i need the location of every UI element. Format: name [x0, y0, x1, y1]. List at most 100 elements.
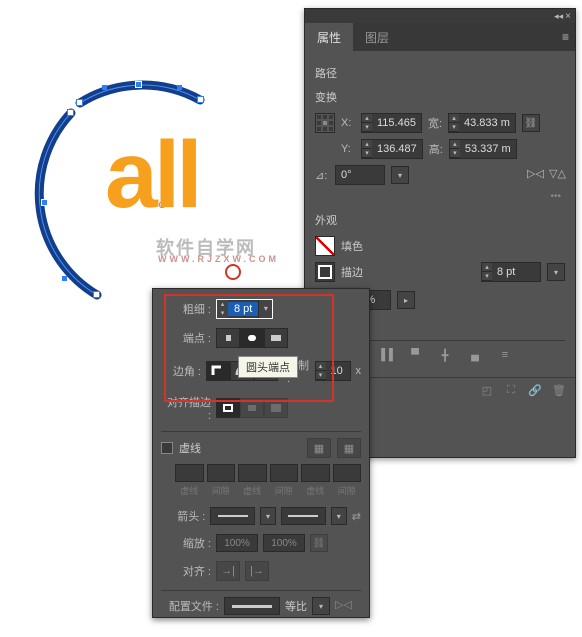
arrow-start-dd[interactable]: ▾: [260, 507, 276, 525]
arrow-label: 箭头 :: [161, 508, 205, 524]
dash-hdr: 间隙: [207, 484, 236, 497]
stroke-label: 描边: [341, 264, 363, 280]
w-input[interactable]: ▴▾43.833 m: [448, 113, 516, 133]
watermark-url: WWW.RJZXW.COM: [158, 254, 279, 264]
direction-point[interactable]: [177, 85, 182, 90]
tab-properties[interactable]: 属性: [305, 23, 353, 52]
h-label: 高:: [429, 141, 443, 157]
rotate-label: ⊿:: [315, 169, 329, 182]
y-input[interactable]: ▴▾136.487: [361, 139, 423, 159]
anchor-point[interactable]: [135, 81, 142, 88]
y-label: Y:: [341, 143, 355, 155]
dash-input-2[interactable]: [238, 464, 267, 482]
fill-label: 填色: [341, 238, 363, 254]
gap-input-3[interactable]: [333, 464, 362, 482]
tab-layers[interactable]: 图层: [353, 23, 401, 52]
anchor-point[interactable]: [197, 96, 204, 103]
anchor-point[interactable]: [76, 99, 83, 106]
trash-icon[interactable]: 🗑: [551, 384, 567, 400]
flip-h-icon[interactable]: ▷◁: [527, 167, 543, 183]
arrow-end-dd[interactable]: ▾: [331, 507, 347, 525]
tooltip: 圆头端点: [238, 356, 298, 378]
align-arrow-end-button[interactable]: |→: [245, 561, 269, 581]
stroke-swatch[interactable]: [315, 262, 335, 282]
corner-icon[interactable]: ◰: [479, 384, 495, 400]
profile-select[interactable]: [224, 597, 280, 615]
corner-miter-button[interactable]: [206, 361, 230, 381]
dash-hdr: 虚线: [301, 484, 330, 497]
dash-input-3[interactable]: [301, 464, 330, 482]
reference-circle: [225, 264, 241, 280]
reference-point-grid[interactable]: [315, 113, 335, 133]
cap-label: 端点 :: [161, 330, 211, 346]
weight-input[interactable]: ▴▾ 8 pt ▾: [216, 299, 273, 319]
appearance-section-label: 外观: [315, 212, 565, 228]
rotate-dropdown[interactable]: ▾: [391, 166, 409, 184]
expand-icon[interactable]: ⛶: [503, 384, 519, 400]
align-vcenter-icon[interactable]: ╋: [435, 347, 455, 363]
miter-limit-input[interactable]: ▴▾10: [315, 361, 351, 381]
cap-butt-button[interactable]: [216, 328, 240, 348]
align-stroke-label: 对齐描边 :: [161, 394, 211, 422]
panel-collapse-icon[interactable]: ◂◂: [554, 11, 563, 22]
panel-menu-icon[interactable]: ≡: [562, 30, 569, 44]
dashed-checkbox[interactable]: [161, 442, 173, 454]
direction-point[interactable]: [102, 85, 107, 90]
weight-label: 粗细 :: [161, 301, 211, 317]
align-stroke-center-button[interactable]: [216, 398, 240, 418]
arrow-scale-end[interactable]: 100%: [263, 534, 305, 552]
swap-arrows-icon[interactable]: ⇄: [352, 510, 361, 523]
dash-hdr: 虚线: [238, 484, 267, 497]
align-top-icon[interactable]: ▀: [405, 347, 425, 363]
link-scale-icon[interactable]: ⛓: [310, 534, 328, 552]
gap-input-1[interactable]: [207, 464, 236, 482]
profile-ratio-label: 等比: [285, 598, 307, 614]
dashed-label: 虚线: [179, 440, 201, 456]
stroke-weight-input[interactable]: ▴▾8 pt: [481, 262, 541, 282]
x-input[interactable]: ▴▾115.465: [361, 113, 422, 133]
scale-label: 缩放 :: [161, 535, 211, 551]
flip-v-icon[interactable]: ▽△: [549, 167, 565, 183]
stroke-weight-dropdown[interactable]: ▾: [547, 263, 565, 281]
rotate-input[interactable]: 0°: [335, 165, 385, 185]
profile-flip-icon[interactable]: ▷◁: [335, 598, 351, 614]
dash-hdr: 间隙: [333, 484, 362, 497]
arrow-scale-start[interactable]: 100%: [216, 534, 258, 552]
align-bottom-icon[interactable]: ▄: [465, 347, 485, 363]
cap-square-button[interactable]: [264, 328, 288, 348]
link-icon[interactable]: 🔗: [527, 384, 543, 400]
align-arrow-label: 对齐 :: [161, 563, 211, 579]
transform-section-label: 变换: [315, 89, 565, 105]
align-right-icon[interactable]: ▐▐: [375, 347, 395, 363]
align-stroke-outside-button[interactable]: [264, 398, 288, 418]
panel-close-icon[interactable]: ×: [565, 11, 571, 22]
canvas-area: ⊙ all 软件自学网 WWW.RJZXW.COM: [0, 0, 300, 300]
fill-swatch[interactable]: [315, 236, 335, 256]
dash-preserve-button[interactable]: ▦: [307, 438, 331, 458]
cap-round-button[interactable]: [240, 328, 264, 348]
align-stroke-inside-button[interactable]: [240, 398, 264, 418]
profile-label: 配置文件 :: [161, 598, 219, 614]
h-input[interactable]: ▴▾53.337 m: [449, 139, 517, 159]
anchor-point[interactable]: [67, 109, 74, 116]
more-options-icon[interactable]: •••: [315, 191, 561, 202]
dash-align-button[interactable]: ▦: [337, 438, 361, 458]
path-section-label: 路径: [315, 65, 565, 81]
artwork-text: all: [105, 128, 199, 223]
distribute-icon[interactable]: ≡: [495, 347, 515, 363]
profile-dd[interactable]: ▾: [312, 597, 330, 615]
arrow-end-select[interactable]: [281, 507, 326, 525]
stroke-panel: 粗细 : ▴▾ 8 pt ▾ 端点 : 边角 : 限制 : ▴▾10: [152, 288, 370, 618]
dash-hdr: 间隙: [270, 484, 299, 497]
dash-input-1[interactable]: [175, 464, 204, 482]
x-label: X:: [341, 117, 355, 129]
gap-input-2[interactable]: [270, 464, 299, 482]
direction-point[interactable]: [62, 276, 67, 281]
anchor-point[interactable]: [93, 291, 100, 298]
anchor-point[interactable]: [41, 199, 48, 206]
opacity-dropdown[interactable]: ▸: [397, 291, 415, 309]
w-label: 宽:: [428, 115, 442, 131]
link-wh-icon[interactable]: ⛓: [522, 114, 540, 132]
align-arrow-tip-button[interactable]: →|: [216, 561, 240, 581]
arrow-start-select[interactable]: [210, 507, 255, 525]
